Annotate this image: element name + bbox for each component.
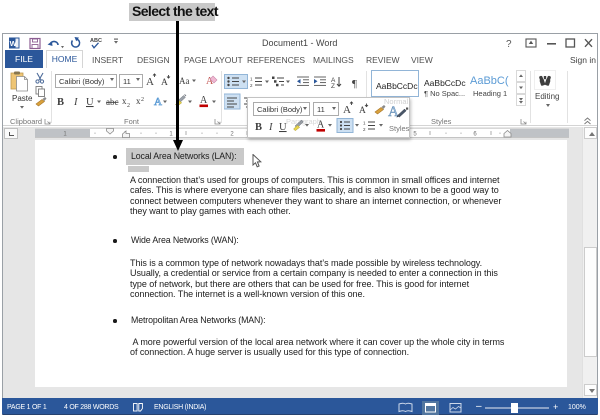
svg-text:I: I [268, 122, 273, 133]
svg-text:1: 1 [363, 121, 366, 126]
svg-text:A: A [359, 106, 366, 116]
svg-text:A: A [343, 104, 351, 116]
svg-text:B: B [255, 122, 262, 133]
svg-text:2: 2 [363, 127, 366, 132]
